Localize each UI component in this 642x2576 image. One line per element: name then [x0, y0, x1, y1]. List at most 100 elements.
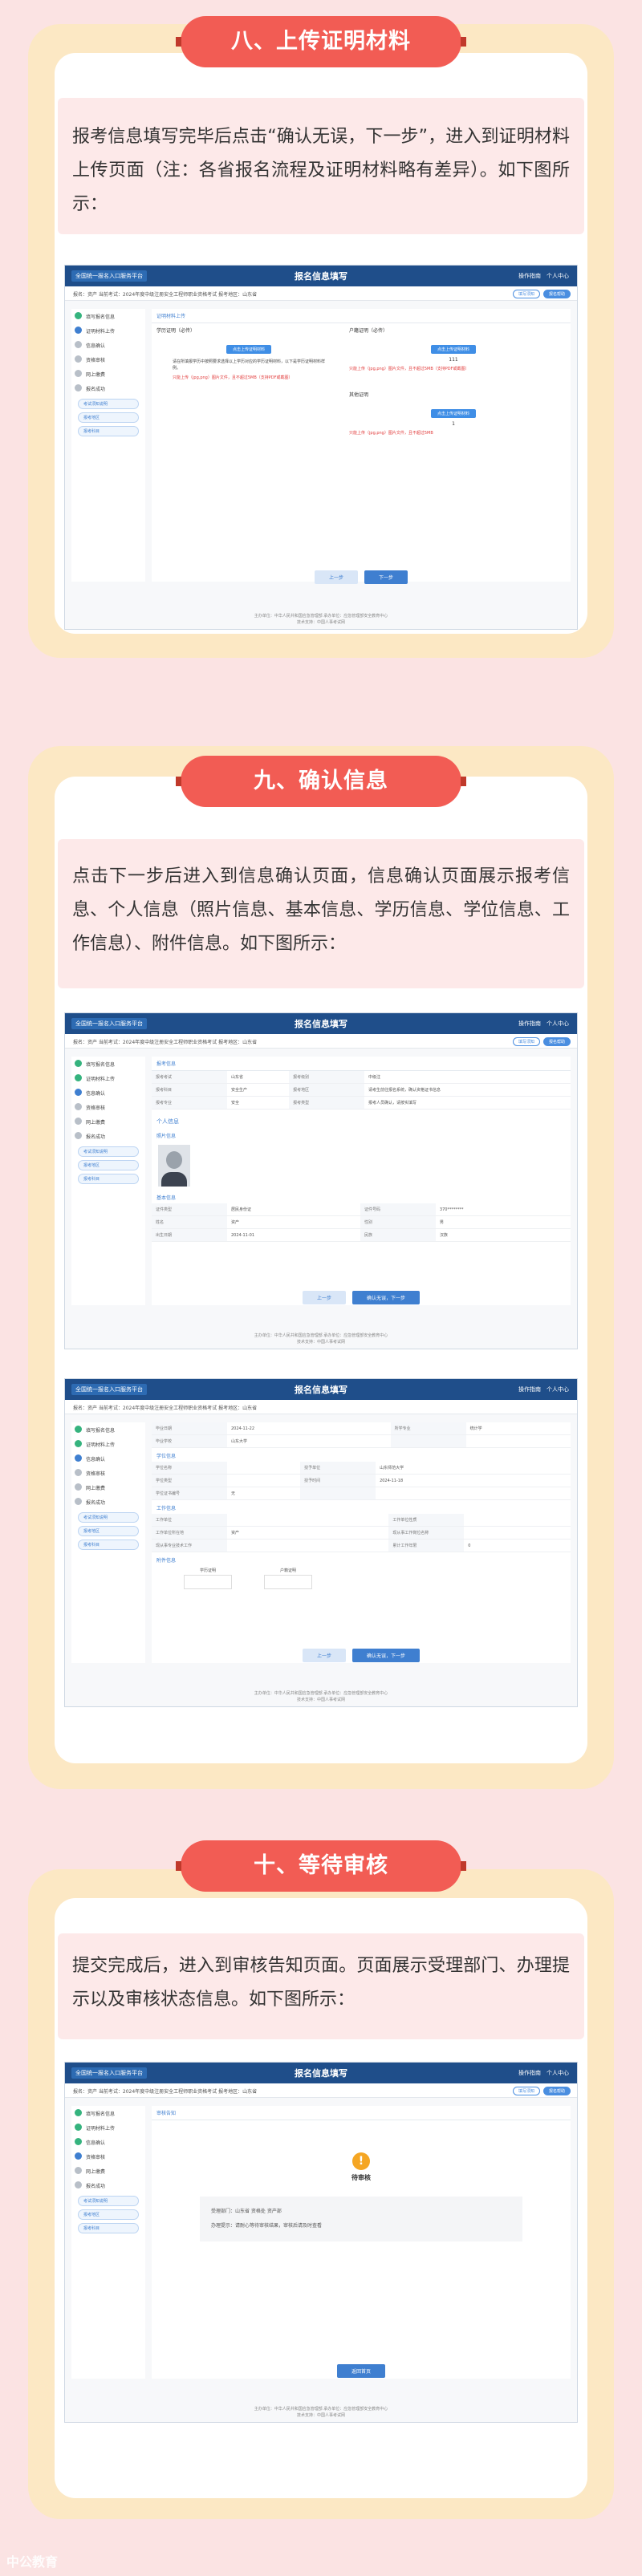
review-panel-title: 审核告知	[152, 2106, 571, 2120]
section-text-review: 提交完成后，进入到审核告知页面。页面展示受理部门、办理提示以及审核状态信息。如下…	[72, 1956, 570, 2010]
side-link-2[interactable]: 报考地区	[78, 1526, 139, 1536]
step-label: 证明材料上传	[86, 1442, 116, 1448]
step-label: 证明材料上传	[86, 329, 116, 335]
exam-info-title: 报考信息	[152, 1057, 571, 1071]
side-link-3[interactable]: 报考科目	[78, 2223, 139, 2233]
prev-button[interactable]: 上一步	[302, 1649, 346, 1662]
side-link-2[interactable]: 报考地区	[78, 412, 139, 423]
step-2[interactable]: 证明材料上传	[71, 1437, 145, 1451]
notice-button[interactable]: 填写须知	[512, 290, 540, 298]
work-info-title: 工作信息	[156, 1506, 177, 1511]
app-title: 报名信息填写	[295, 2068, 347, 2079]
user-center-link[interactable]: 个人中心	[547, 1386, 569, 1393]
side-link-1[interactable]: 考试须知说明	[78, 1512, 139, 1523]
section-title-confirm: 九、确认信息	[176, 756, 466, 807]
side-link-3[interactable]: 报考科目	[78, 426, 139, 436]
step-5[interactable]: 网上缴费	[71, 2164, 145, 2178]
side-link-1[interactable]: 考试须知说明	[78, 399, 139, 409]
notice-button[interactable]: 填写须知	[512, 1037, 540, 1046]
other-proof-title: 其他证明	[349, 392, 369, 398]
user-center-link[interactable]: 个人中心	[547, 2070, 569, 2076]
help-link[interactable]: 操作指南	[518, 273, 541, 279]
prev-button[interactable]: 上一步	[314, 570, 358, 584]
step-label: 报名成功	[86, 2184, 106, 2189]
step-2[interactable]: 证明材料上传	[71, 323, 145, 338]
step-label: 网上缴费	[86, 372, 106, 378]
screenshot-upload: 全国统一报名入口服务平台 报名信息填写 操作指南 个人中心 报名：资产 当前考试…	[64, 265, 578, 630]
step-label: 报名成功	[86, 1134, 106, 1140]
step-2[interactable]: 证明材料上传	[71, 2120, 145, 2135]
confirm-next-button[interactable]: 确认无误，下一步	[352, 1291, 421, 1304]
step-6[interactable]: 报名成功	[71, 1129, 145, 1143]
confirm-panel: 报考信息 报考考试 山东省 报考级别 中级注 报考科目 安全生产 报考地区 请考生前往报名系…	[152, 1057, 571, 1305]
step-6[interactable]: 报名成功	[71, 381, 145, 396]
step-1[interactable]: 填写报名信息	[71, 309, 145, 323]
tip-label: 办理提示：	[211, 2223, 236, 2229]
step-4[interactable]: 资格审核	[71, 1100, 145, 1114]
step-4[interactable]: 资格审核	[71, 352, 145, 367]
user-center-link[interactable]: 个人中心	[547, 273, 569, 279]
photo-info-title: 照片信息	[156, 1134, 177, 1139]
notice-button[interactable]: 填写须知	[512, 2087, 540, 2095]
section-title-upload: 八、上传证明材料	[176, 16, 466, 67]
step-label: 填写报名信息	[86, 1062, 116, 1068]
step-5[interactable]: 网上缴费	[71, 1480, 145, 1495]
side-link-1[interactable]: 考试须知说明	[78, 2196, 139, 2206]
step-6[interactable]: 报名成功	[71, 1495, 145, 1509]
step-label: 信息确认	[86, 1457, 106, 1462]
page: { "sections": [ {"title": "八、上传证明材料", "t…	[0, 0, 642, 2576]
avatar	[158, 1145, 190, 1187]
step-3[interactable]: 信息确认	[71, 338, 145, 352]
side-link-2[interactable]: 报考地区	[78, 1160, 139, 1170]
screenshot-confirm-2: 全国统一报名入口服务平台 报名信息填写 操作指南 个人中心 报名：资产 当前考试…	[64, 1378, 578, 1707]
edu-upload-button[interactable]: 点击上传证明材料	[226, 345, 271, 354]
next-button[interactable]: 下一步	[364, 570, 408, 584]
step-label: 网上缴费	[86, 1120, 106, 1126]
id-upload-button[interactable]: 点击上传证明材料	[430, 345, 476, 354]
step-2[interactable]: 证明材料上传	[71, 1071, 145, 1085]
footer: 主办单位：中华人民共和国应急管理部 承办单位：应急管理部安全教育中心 技术支持：中…	[65, 1333, 577, 1345]
step-1[interactable]: 填写报名信息	[71, 1057, 145, 1071]
back-home-button[interactable]: 返回首页	[336, 2364, 385, 2378]
help-link[interactable]: 操作指南	[518, 1386, 541, 1393]
step-3[interactable]: 信息确认	[71, 2135, 145, 2149]
step-5[interactable]: 网上缴费	[71, 1114, 145, 1129]
work-info-table: 工作单位 工作单位性质 工作单位所在地 资产 现从事工作岗位名称 现从事专业技术工作累…	[152, 1514, 571, 1552]
footer-line-1: 主办单位：中华人民共和国应急管理部 承办单位：应急管理部安全教育中心	[254, 1333, 388, 1338]
other-upload-button[interactable]: 点击上传证明材料	[430, 409, 476, 418]
review-status: 待审核	[351, 2174, 371, 2181]
step-3[interactable]: 信息确认	[71, 1451, 145, 1466]
step-1[interactable]: 填写报名信息	[71, 2106, 145, 2120]
attach-id-thumb[interactable]	[264, 1575, 312, 1589]
confirm-next-button[interactable]: 确认无误，下一步	[352, 1649, 421, 1662]
step-4[interactable]: 资格审核	[71, 1466, 145, 1480]
step-5[interactable]: 网上缴费	[71, 367, 145, 381]
side-link-2[interactable]: 报考地区	[78, 2209, 139, 2220]
step-label: 证明材料上传	[86, 2126, 116, 2132]
dept-value: 山东省 资格处 资产部	[235, 2209, 282, 2214]
breadcrumb: 报名：资产 当前考试：2024年度中级注册安全工程师职业资格考试 报考地区：山东…	[73, 292, 258, 298]
side-link-3[interactable]: 报考科目	[78, 1174, 139, 1184]
watermark-logo: 中公教育	[6, 2554, 59, 2570]
screenshot-confirm-1: 全国统一报名入口服务平台 报名信息填写 操作指南 个人中心 报名：资产 当前考试…	[64, 1012, 578, 1349]
side-link-1[interactable]: 考试须知说明	[78, 1146, 139, 1157]
help-link[interactable]: 操作指南	[518, 2070, 541, 2076]
dept-label: 受理部门：	[211, 2209, 236, 2214]
step-label: 证明材料上传	[86, 1077, 116, 1082]
step-6[interactable]: 报名成功	[71, 2178, 145, 2193]
step-1[interactable]: 填写报名信息	[71, 1422, 145, 1437]
help-button[interactable]: 报名帮助	[542, 2087, 571, 2095]
prev-button[interactable]: 上一步	[302, 1291, 346, 1304]
help-button[interactable]: 报名帮助	[542, 290, 571, 298]
step-label: 信息确认	[86, 343, 106, 349]
breadcrumb: 报名：资产 当前考试：2024年度中级注册安全工程师职业资格考试 报考地区：山东…	[73, 1040, 258, 1045]
step-4[interactable]: 资格审核	[71, 2149, 145, 2164]
help-link[interactable]: 操作指南	[518, 1020, 541, 1027]
step-sidebar: 填写报名信息 证明材料上传 信息确认 资格审核 网上缴费 报名成功 考试须知说明…	[71, 309, 145, 582]
help-button[interactable]: 报名帮助	[542, 1037, 571, 1046]
side-link-3[interactable]: 报考科目	[78, 1540, 139, 1550]
user-center-link[interactable]: 个人中心	[547, 1020, 569, 1027]
footer-line-1: 主办单位：中华人民共和国应急管理部 承办单位：应急管理部安全教育中心	[254, 1691, 388, 1696]
step-3[interactable]: 信息确认	[71, 1085, 145, 1100]
attach-edu-thumb[interactable]	[184, 1575, 232, 1589]
